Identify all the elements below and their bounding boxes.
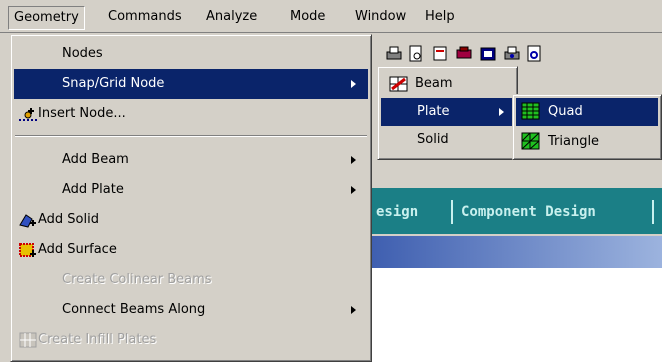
tab-component-design[interactable]: Component Design	[461, 198, 596, 226]
beam-icon	[389, 76, 408, 92]
submenu-item-plate[interactable]: Plate	[381, 98, 514, 126]
menu-item-snap-grid-node[interactable]: Snap/Grid Node	[14, 69, 368, 99]
geometry-menu: Nodes Snap/Grid Node Insert Node... Add …	[10, 34, 372, 362]
menu-item-nodes[interactable]: Nodes	[14, 39, 368, 69]
menu-commands[interactable]: Commands	[103, 6, 187, 30]
print-preview-icon[interactable]	[406, 44, 426, 64]
plate-submenu: Quad Triangle	[512, 94, 662, 160]
menu-item-add-beam[interactable]: Add Beam	[14, 145, 368, 175]
model-icon[interactable]	[454, 44, 474, 64]
menu-item-connect-beams-along[interactable]: Connect Beams Along	[14, 295, 368, 325]
secondary-toolbar	[372, 158, 662, 186]
menu-item-create-infill-plates[interactable]: Create Infill Plates	[14, 325, 368, 355]
submenu-item-beam[interactable]: Beam	[381, 70, 514, 98]
print-icon[interactable]	[384, 44, 404, 64]
insert-node-icon	[19, 108, 37, 121]
submenu-item-quad[interactable]: Quad	[516, 98, 658, 126]
menu-help[interactable]: Help	[420, 6, 460, 30]
submenu-arrow-icon	[351, 156, 356, 164]
menu-mode[interactable]: Mode	[285, 6, 330, 30]
submenu-item-triangle[interactable]: Triangle	[516, 128, 658, 156]
menu-item-add-surface[interactable]: Add Surface	[14, 235, 368, 265]
triangle-icon	[521, 132, 540, 150]
print-setup-icon[interactable]	[502, 44, 522, 64]
menu-geometry[interactable]: Geometry	[8, 6, 85, 30]
infill-plates-icon	[19, 332, 37, 348]
quad-icon	[521, 102, 540, 120]
menu-window[interactable]: Window	[350, 6, 411, 30]
window-title-bar	[372, 236, 662, 268]
window-icon[interactable]	[478, 44, 498, 64]
menu-item-add-solid[interactable]: Add Solid	[14, 205, 368, 235]
submenu-arrow-icon	[499, 108, 504, 116]
menu-analyze[interactable]: Analyze	[201, 6, 262, 30]
workspace-canvas[interactable]	[372, 268, 662, 362]
application-window: Geometry Commands Analyze Mode Window He…	[0, 0, 662, 362]
menu-bar: Geometry Commands Analyze Mode Window He…	[0, 0, 662, 33]
tab-separator	[451, 200, 453, 224]
submenu-arrow-icon	[351, 186, 356, 194]
menu-item-add-plate[interactable]: Add Plate	[14, 175, 368, 205]
design-tabs-bar: esign Component Design	[372, 188, 662, 234]
preview-icon[interactable]	[524, 44, 544, 64]
submenu-arrow-icon	[351, 80, 356, 88]
submenu-item-solid[interactable]: Solid	[381, 126, 514, 154]
tab-design[interactable]: esign	[376, 198, 418, 226]
document-icon[interactable]	[430, 44, 450, 64]
snap-grid-submenu: Beam Plate Solid	[377, 66, 518, 160]
tab-separator	[652, 200, 654, 224]
add-surface-icon	[19, 243, 36, 257]
submenu-arrow-icon	[351, 306, 356, 314]
menu-item-create-colinear-beams[interactable]: Create Colinear Beams	[14, 265, 368, 295]
add-solid-icon	[19, 214, 36, 228]
menu-separator	[15, 135, 367, 137]
menu-item-insert-node[interactable]: Insert Node...	[14, 99, 368, 129]
